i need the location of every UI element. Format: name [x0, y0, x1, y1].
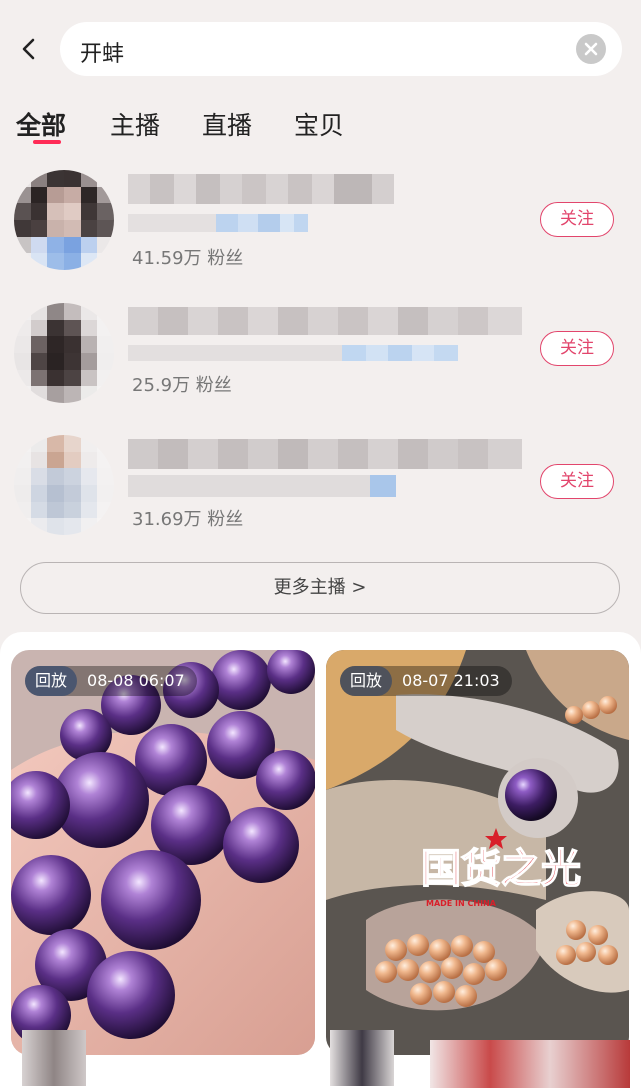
anchor-row[interactable]: 31.69万 粉丝 关注: [0, 427, 641, 547]
clear-search-button[interactable]: [576, 34, 606, 64]
replay-time: 08-08 06:07: [87, 671, 185, 690]
follow-button[interactable]: 关注: [540, 202, 614, 237]
blurred-avatar-image: [14, 435, 114, 535]
blurred-anchor-name: [128, 174, 394, 204]
result-tabs: 全部 主播 直播 宝贝: [0, 100, 641, 150]
oyster-pearls-image: 国货之光 MADE IN CHINA: [326, 650, 629, 1055]
anchor-row[interactable]: 25.9万 粉丝 关注: [0, 293, 641, 413]
replay-badge: 回放 08-08 06:07: [25, 666, 197, 696]
avatar[interactable]: [14, 303, 114, 403]
blurred-anchor-name: [128, 307, 522, 335]
replay-label: 回放: [340, 666, 393, 696]
active-tab-indicator: [33, 140, 61, 144]
follow-button[interactable]: 关注: [540, 464, 614, 499]
tab-live[interactable]: 直播: [202, 106, 252, 142]
follow-button[interactable]: 关注: [540, 331, 614, 366]
blurred-card-title: [430, 1040, 630, 1088]
blurred-anchor-description: [128, 214, 308, 232]
search-results-page: 开蚌 全部 主播 直播 宝贝 41.59万 粉丝 关注 25.9万 粉丝 关注 …: [0, 0, 641, 1088]
search-query-text: 开蚌: [80, 42, 125, 67]
tab-anchors[interactable]: 主播: [110, 106, 160, 142]
purple-pearls-image: [11, 650, 315, 1055]
svg-text:MADE IN CHINA: MADE IN CHINA: [426, 899, 497, 908]
follower-count: 31.69万 粉丝: [132, 509, 244, 530]
chevron-left-icon: [22, 38, 35, 60]
anchor-row[interactable]: 41.59万 粉丝 关注: [0, 160, 641, 280]
search-input[interactable]: 开蚌: [60, 22, 622, 76]
tab-all[interactable]: 全部: [16, 106, 66, 142]
follower-count: 41.59万 粉丝: [132, 248, 244, 269]
blurred-avatar-image: [14, 303, 114, 403]
blurred-anchor-description: [128, 475, 396, 497]
blurred-author-avatar: [330, 1030, 394, 1086]
close-icon: [584, 42, 598, 56]
avatar[interactable]: [14, 170, 114, 270]
back-button[interactable]: [12, 32, 44, 66]
follower-count: 25.9万 粉丝: [132, 375, 232, 396]
blurred-anchor-description: [128, 345, 458, 361]
replay-time: 08-07 21:03: [402, 671, 500, 690]
avatar[interactable]: [14, 435, 114, 535]
replay-label: 回放: [25, 666, 78, 696]
blurred-author-avatar: [22, 1030, 86, 1086]
live-replay-card[interactable]: 回放 08-08 06:07: [11, 650, 315, 1055]
blurred-anchor-name: [128, 439, 522, 469]
blurred-avatar-image: [14, 170, 114, 270]
live-replay-card[interactable]: 国货之光 MADE IN CHINA 回放 08-07 21:03: [326, 650, 629, 1055]
search-bar: 开蚌: [0, 18, 641, 80]
svg-text:国货之光: 国货之光: [421, 846, 581, 892]
more-anchors-button[interactable]: 更多主播 >: [20, 562, 620, 614]
replay-badge: 回放 08-07 21:03: [340, 666, 512, 696]
tab-products[interactable]: 宝贝: [294, 106, 344, 142]
